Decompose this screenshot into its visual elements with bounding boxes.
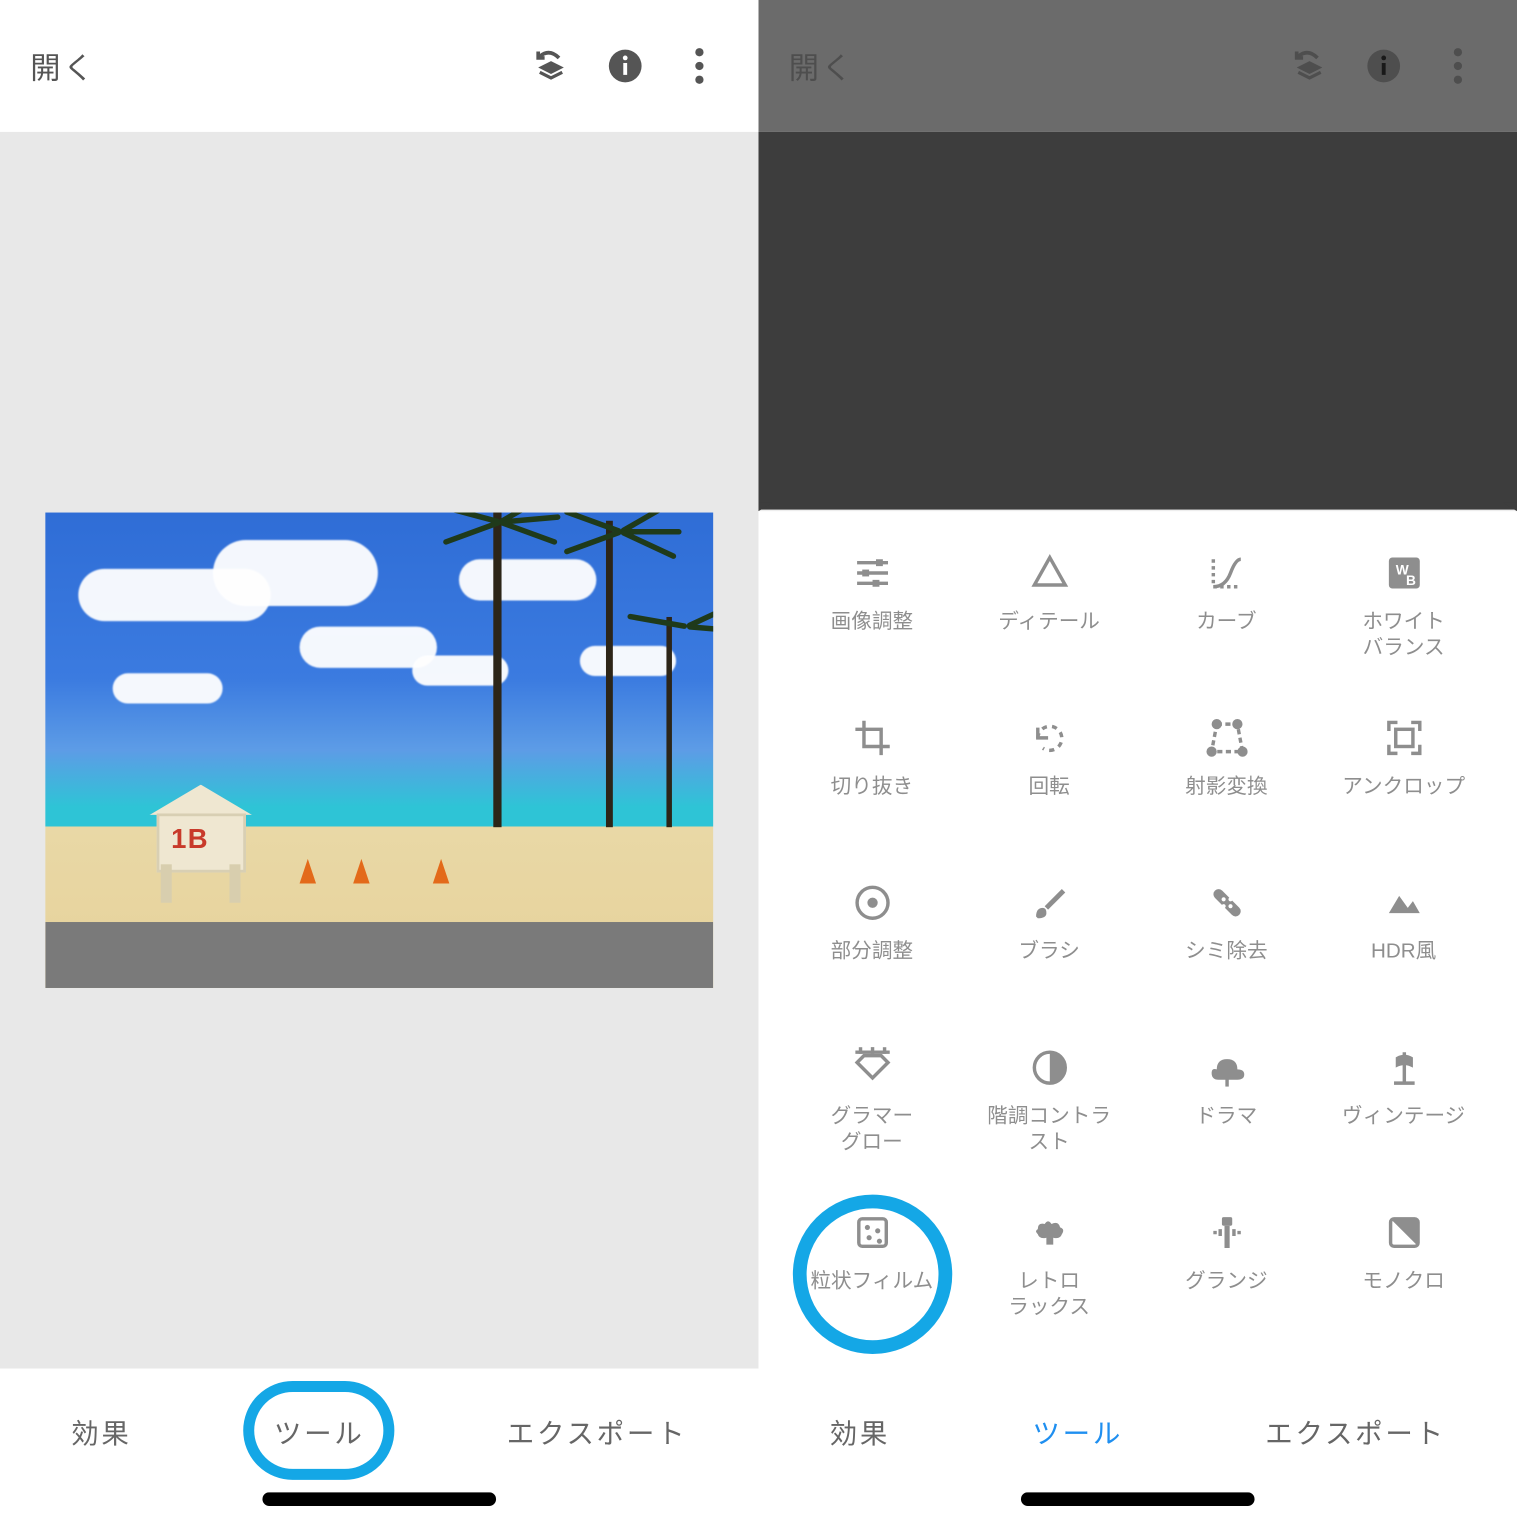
open-button[interactable]: 開く: [30, 44, 96, 88]
tool-label: ヴィンテージ: [1342, 1105, 1465, 1131]
tool-crop[interactable]: 切り抜き: [783, 709, 960, 863]
tab-effects[interactable]: 効果: [808, 1400, 912, 1462]
tool-label: 画像調整: [831, 610, 913, 636]
tool-label: 粒状フィルム: [810, 1270, 933, 1296]
home-indicator: [1021, 1492, 1255, 1506]
screenshot-left: 開く 1B: [0, 0, 759, 1517]
home-indicator: [262, 1492, 496, 1506]
tool-label: 切り抜き: [831, 775, 913, 801]
uncrop-icon: [1380, 715, 1427, 762]
tool-label: ブラシ: [1018, 940, 1079, 966]
tool-selective[interactable]: 部分調整: [783, 874, 960, 1028]
tool-label: ディテール: [998, 610, 1100, 636]
tune-icon: [849, 550, 896, 597]
tool-hdr[interactable]: HDR風: [1315, 874, 1492, 1028]
mono-icon: [1380, 1209, 1427, 1256]
tool-rotate[interactable]: 回転: [960, 709, 1137, 863]
tool-label: ホワイトバランス: [1362, 610, 1444, 662]
rotate-icon: [1026, 715, 1073, 762]
drama-icon: [1203, 1044, 1250, 1091]
tool-vintage[interactable]: ヴィンテージ: [1315, 1039, 1492, 1193]
topbar: 開く: [0, 0, 759, 132]
glamour-icon: [849, 1044, 896, 1091]
tool-grainy[interactable]: 粒状フィルム: [783, 1204, 960, 1358]
vintage-icon: [1380, 1044, 1427, 1091]
tool-label: HDR風: [1371, 940, 1436, 966]
preview-photo: 1B: [46, 512, 713, 989]
tab-effects[interactable]: 効果: [49, 1400, 153, 1462]
tools-panel: 画像調整 ディテール カーブ WB ホワイトバランス 切り抜き 回転: [759, 510, 1517, 1369]
tool-curves[interactable]: カーブ: [1138, 544, 1315, 698]
curves-icon: [1203, 550, 1250, 597]
tonal-icon: [1026, 1044, 1073, 1091]
wb-icon: WB: [1380, 550, 1427, 597]
tab-export[interactable]: エクスポート: [485, 1400, 710, 1462]
tool-label: シミ除去: [1185, 940, 1267, 966]
tool-uncrop[interactable]: アンクロップ: [1315, 709, 1492, 863]
grainy-icon: [849, 1209, 896, 1256]
tool-mono[interactable]: モノクロ: [1315, 1204, 1492, 1358]
tab-tools[interactable]: ツール: [1010, 1400, 1145, 1462]
tool-label: グラマーグロー: [831, 1105, 913, 1157]
tool-label: レトロラックス: [1008, 1270, 1090, 1322]
crop-icon: [849, 715, 896, 762]
retrolux-icon: [1026, 1209, 1073, 1256]
tool-label: アンクロップ: [1342, 775, 1465, 801]
info-icon[interactable]: [596, 37, 654, 95]
tool-label: カーブ: [1196, 610, 1257, 636]
brush-icon: [1026, 879, 1073, 926]
tool-drama[interactable]: ドラマ: [1138, 1039, 1315, 1193]
layers-undo-icon[interactable]: [522, 37, 580, 95]
photo-canvas[interactable]: 1B: [0, 132, 759, 1369]
photo-canvas-dimmed: [759, 132, 1517, 510]
tool-label: 階調コントラスト: [987, 1105, 1111, 1157]
screenshot-right: 開く 画像調整 ディテール: [759, 0, 1517, 1517]
bottom-tabs: 効果 ツール エクスポート: [0, 1369, 759, 1493]
tab-tools-label: ツール: [274, 1419, 365, 1449]
selective-icon: [849, 879, 896, 926]
tool-details[interactable]: ディテール: [960, 544, 1137, 698]
tool-grunge[interactable]: グランジ: [1138, 1204, 1315, 1358]
tool-healing[interactable]: シミ除去: [1138, 874, 1315, 1028]
tool-label: グランジ: [1185, 1270, 1267, 1296]
tool-brush[interactable]: ブラシ: [960, 874, 1137, 1028]
healing-icon: [1203, 879, 1250, 926]
tool-retrolux[interactable]: レトロラックス: [960, 1204, 1137, 1358]
tool-label: 部分調整: [831, 940, 913, 966]
lifeguard-hut: 1B: [139, 785, 263, 903]
tool-label: 回転: [1028, 775, 1069, 801]
tool-label: モノクロ: [1362, 1270, 1444, 1296]
svg-text:B: B: [1405, 573, 1415, 588]
hdr-icon: [1380, 879, 1427, 926]
tool-label: 射影変換: [1185, 775, 1267, 801]
grunge-icon: [1203, 1209, 1250, 1256]
kebab-menu-icon[interactable]: [671, 37, 729, 95]
tool-label: ドラマ: [1195, 1105, 1257, 1131]
tool-tonal[interactable]: 階調コントラスト: [960, 1039, 1137, 1193]
tool-perspective[interactable]: 射影変換: [1138, 709, 1315, 863]
hut-number: 1B: [171, 825, 209, 857]
perspective-icon: [1203, 715, 1250, 762]
tab-export[interactable]: エクスポート: [1243, 1400, 1468, 1462]
tool-tune[interactable]: 画像調整: [783, 544, 960, 698]
tool-whitebalance[interactable]: WB ホワイトバランス: [1315, 544, 1492, 698]
bottom-tabs: 効果 ツール エクスポート: [759, 1369, 1517, 1493]
tool-glamour[interactable]: グラマーグロー: [783, 1039, 960, 1193]
dim-overlay: [759, 0, 1517, 132]
tab-tools[interactable]: ツール: [252, 1400, 387, 1462]
details-icon: [1026, 550, 1073, 597]
